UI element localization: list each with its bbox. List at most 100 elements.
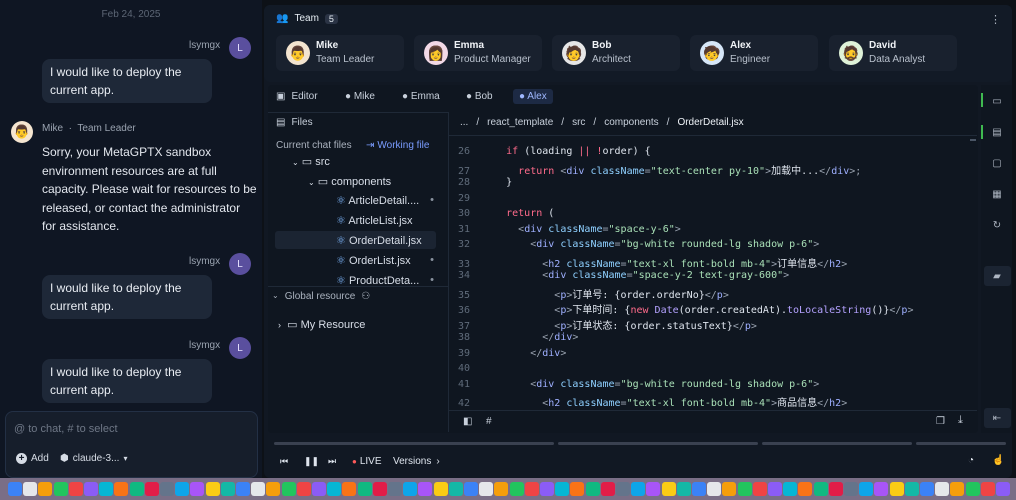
code-line[interactable]: 41 <div className="bg-white rounded-lg s… — [450, 379, 819, 390]
dock-app-icon[interactable] — [327, 482, 342, 496]
dock-app-icon[interactable] — [798, 482, 813, 496]
working-file-link[interactable]: ⇥ Working file — [366, 140, 429, 151]
dock-app-icon[interactable] — [114, 482, 129, 496]
editor-icon[interactable]: ▤ — [988, 123, 1006, 141]
tree-file[interactable]: ⚛ ArticleList.jsx — [336, 214, 434, 227]
dock-app-icon[interactable] — [616, 482, 630, 496]
code-line[interactable]: 29 — [450, 193, 470, 204]
dock-app-icon[interactable] — [950, 482, 965, 496]
dock-app-icon[interactable] — [600, 482, 615, 496]
dock-app-icon[interactable] — [205, 482, 220, 496]
chat-input-placeholder[interactable]: @ to chat, # to select — [14, 423, 118, 435]
skip-back-icon[interactable]: ⏮ — [280, 456, 288, 467]
member-card-alex[interactable]: 🧒 Alex Engineer — [690, 35, 818, 71]
dock-app-icon[interactable] — [783, 482, 798, 496]
dock-app-icon[interactable] — [312, 482, 326, 496]
dock-app-icon[interactable] — [479, 482, 494, 496]
dock-app-icon[interactable] — [844, 482, 858, 496]
code-line[interactable]: 34 <div className="space-y-2 text-gray-6… — [450, 270, 789, 281]
dock-app-icon[interactable] — [99, 482, 114, 496]
folder-icon[interactable]: ▰ — [988, 267, 1006, 285]
tree-file-selected[interactable]: ⚛ OrderDetail.jsx — [336, 234, 434, 247]
dock-app-icon[interactable] — [752, 482, 767, 496]
pointer-icon[interactable]: ☝ — [992, 455, 1004, 466]
dock-app-icon[interactable] — [144, 482, 159, 496]
dock-app-icon[interactable] — [418, 482, 433, 496]
dock-app-icon[interactable] — [403, 482, 418, 496]
dock-app-icon[interactable] — [904, 482, 919, 496]
code-line[interactable]: 37 <p>订单状态: {order.statusText}</p> — [450, 317, 757, 332]
dock-app-icon[interactable] — [53, 482, 68, 496]
deploy-icon[interactable]: ↻ — [988, 216, 1006, 234]
terminal-icon[interactable]: ▭ — [988, 92, 1006, 110]
dock-app-icon[interactable] — [707, 482, 722, 496]
more-menu-icon[interactable]: ⋮ — [990, 13, 1001, 26]
breadcrumb-item[interactable]: ... — [460, 117, 468, 128]
code-area[interactable]: 26 if (loading || !order) { 27 return <di… — [450, 146, 975, 410]
dock-app-icon[interactable] — [266, 482, 281, 496]
tree-file[interactable]: ⚛ ArticleDetail.... • — [336, 194, 434, 207]
tab-mike[interactable]: ● Mike — [345, 91, 375, 102]
code-line[interactable]: 39 </div> — [450, 348, 566, 359]
dock-app-icon[interactable] — [722, 482, 737, 496]
dock-app-icon[interactable] — [676, 482, 691, 496]
chat-input-box[interactable]: @ to chat, # to select + Add ⬢ claude-3.… — [5, 411, 258, 478]
versions-button[interactable]: Versions › — [393, 456, 440, 467]
dock-app-icon[interactable] — [692, 482, 706, 496]
dock-app-icon[interactable] — [8, 482, 22, 496]
skip-forward-icon[interactable]: ⏭ — [328, 456, 336, 467]
dock-app-icon[interactable] — [388, 482, 402, 496]
code-line[interactable]: 26 if (loading || !order) { — [450, 146, 651, 157]
dock-app-icon[interactable] — [220, 482, 235, 496]
dock-app-icon[interactable] — [570, 482, 585, 496]
dock-app-icon[interactable] — [251, 482, 266, 496]
dock-app-icon[interactable] — [464, 482, 478, 496]
code-line[interactable]: 35 <p>订单号: {order.orderNo}</p> — [450, 286, 729, 301]
member-card-david[interactable]: 🧔 David Data Analyst — [829, 35, 957, 71]
dock-app-icon[interactable] — [920, 482, 934, 496]
dock-app-icon[interactable] — [494, 482, 509, 496]
dock-app-icon[interactable] — [84, 482, 98, 496]
code-line[interactable]: 38 </div> — [450, 332, 578, 343]
code-line[interactable]: 42 <h2 className="text-xl font-bold mb-4… — [450, 394, 847, 409]
dock-app-icon[interactable] — [646, 482, 661, 496]
collapse-icon[interactable]: ⇤ — [988, 409, 1006, 427]
dock-app-icon[interactable] — [433, 482, 448, 496]
member-card-bob[interactable]: 🧑 Bob Architect — [552, 35, 680, 71]
breadcrumb-item[interactable]: src — [572, 117, 585, 128]
timeline-segment[interactable] — [558, 442, 758, 445]
dock-app-icon[interactable] — [813, 482, 828, 496]
global-resource-header[interactable]: ⌄ Global resource ⚇ — [272, 291, 370, 302]
code-line[interactable]: 28 } — [450, 177, 512, 188]
dock-app-icon[interactable] — [737, 482, 752, 496]
code-icon[interactable]: ▦ — [988, 185, 1006, 203]
dock-app-icon[interactable] — [357, 482, 372, 496]
breadcrumb-item[interactable]: react_template — [487, 117, 553, 128]
scrollbar[interactable] — [970, 139, 976, 141]
code-line[interactable]: 33 <h2 className="text-xl font-bold mb-4… — [450, 255, 847, 270]
dock-app-icon[interactable] — [23, 482, 38, 496]
tree-folder-my-resource[interactable]: › ▭ My Resource — [278, 318, 365, 331]
dock-app-icon[interactable] — [236, 482, 250, 496]
dock-app-icon[interactable] — [768, 482, 782, 496]
code-line[interactable]: 27 return <div className="text-center py… — [450, 162, 861, 177]
dock-app-icon[interactable] — [996, 482, 1010, 496]
tab-bob[interactable]: ● Bob — [466, 91, 493, 102]
code-line[interactable]: 32 <div className="bg-white rounded-lg s… — [450, 239, 819, 250]
download-icon[interactable]: ⤓ — [958, 414, 963, 427]
dock-app-icon[interactable] — [965, 482, 980, 496]
add-button[interactable]: + Add — [16, 453, 49, 464]
member-card-mike[interactable]: 👨 Mike Team Leader — [276, 35, 404, 71]
dock-app-icon[interactable] — [175, 482, 190, 496]
dock-app-icon[interactable] — [372, 482, 387, 496]
dock-app-icon[interactable] — [859, 482, 874, 496]
dock-app-icon[interactable] — [980, 482, 995, 496]
tree-folder-src[interactable]: ⌄ ▭ src — [292, 155, 330, 168]
hash-icon[interactable]: # — [486, 416, 492, 427]
dock-app-icon[interactable] — [524, 482, 539, 496]
tab-emma[interactable]: ● Emma — [402, 91, 440, 102]
timeline-segment[interactable] — [762, 442, 912, 445]
live-indicator[interactable]: ● LIVE — [352, 456, 382, 467]
history-icon[interactable]: ◔ — [968, 455, 974, 466]
pause-icon[interactable]: ❚❚ — [304, 456, 319, 467]
